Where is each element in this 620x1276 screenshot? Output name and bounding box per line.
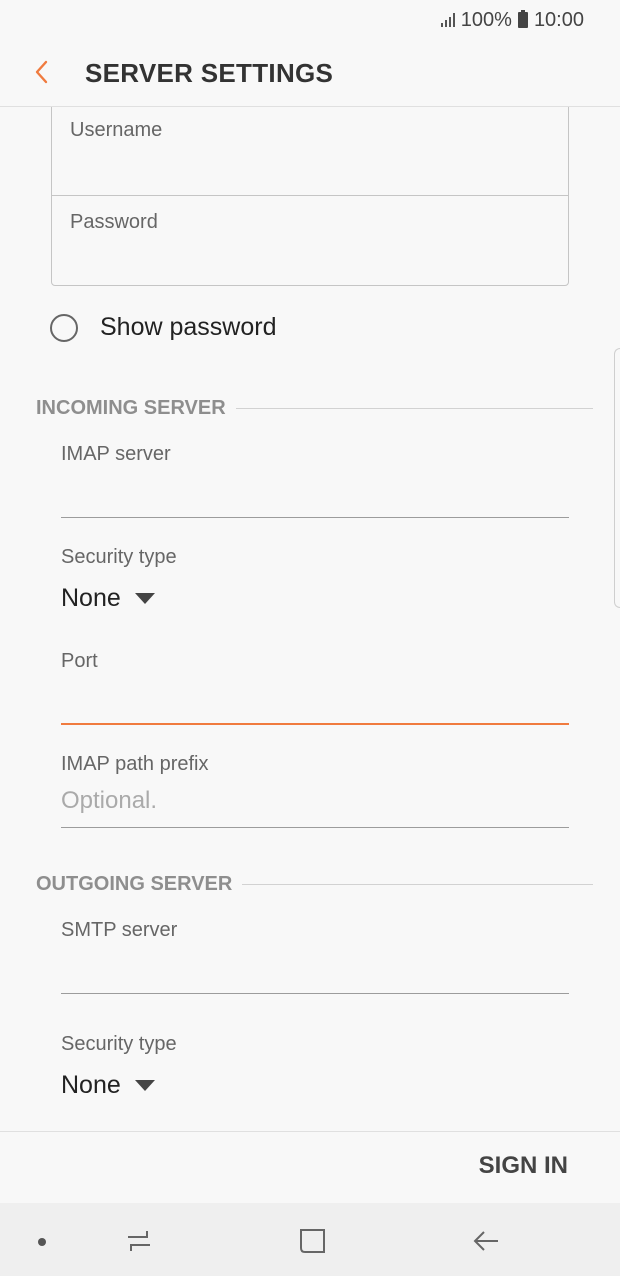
page-title: SERVER SETTINGS — [85, 58, 334, 88]
back-arrow-icon — [473, 1231, 498, 1251]
imap-server-label: IMAP server — [61, 443, 171, 465]
port-input[interactable] — [61, 685, 569, 721]
username-label: Username — [70, 119, 163, 141]
smtp-server-label: SMTP server — [61, 919, 178, 941]
sign-in-button[interactable]: SIGN IN — [479, 1152, 568, 1180]
port-underline — [61, 723, 569, 725]
imap-path-prefix-input[interactable] — [61, 783, 569, 819]
imap-server-underline — [61, 517, 569, 518]
battery-icon — [517, 10, 528, 28]
radio-button[interactable] — [50, 313, 78, 342]
port-label: Port — [61, 650, 98, 672]
recent-apps-icon — [128, 1231, 150, 1251]
scrollbar[interactable] — [614, 348, 620, 608]
outgoing-security-type-value: None — [61, 1071, 121, 1099]
app-bar: SERVER SETTINGS — [0, 40, 620, 107]
battery-percent: 100% — [460, 8, 512, 31]
username-field[interactable]: Username — [51, 107, 569, 196]
home-button[interactable] — [295, 1223, 331, 1259]
imap-server-input[interactable] — [61, 477, 569, 513]
outgoing-server-header: OUTGOING SERVER — [36, 873, 593, 896]
navigation-bar — [0, 1203, 620, 1276]
show-password-label: Show password — [100, 313, 277, 341]
password-field[interactable]: Password — [51, 195, 569, 286]
clock: 10:00 — [533, 8, 584, 31]
divider — [235, 408, 593, 409]
settings-form: Username Password Show password INCOMING… — [0, 107, 620, 1131]
smtp-server-input[interactable] — [61, 953, 569, 989]
smtp-server-underline — [61, 993, 569, 994]
imap-path-prefix-underline — [61, 827, 569, 828]
outgoing-server-title: OUTGOING SERVER — [36, 873, 233, 895]
home-icon — [300, 1229, 325, 1253]
chevron-left-icon — [35, 60, 48, 84]
outgoing-security-type-label: Security type — [61, 1033, 177, 1055]
status-bar: 100% 10:00 — [0, 0, 620, 40]
outgoing-security-type-dropdown[interactable]: None — [61, 1071, 155, 1100]
footer: SIGN IN — [0, 1131, 620, 1203]
signal-icon — [440, 13, 455, 27]
incoming-security-type-label: Security type — [61, 546, 177, 568]
dropdown-arrow-icon — [134, 1080, 155, 1091]
incoming-security-type-dropdown[interactable]: None — [61, 584, 155, 613]
divider — [242, 884, 593, 885]
imap-path-prefix-label: IMAP path prefix — [61, 753, 209, 775]
show-password-toggle[interactable]: Show password — [50, 313, 276, 342]
back-nav-button[interactable] — [468, 1223, 504, 1259]
dot-icon — [24, 1223, 60, 1259]
dropdown-arrow-icon — [134, 593, 155, 604]
incoming-server-header: INCOMING SERVER — [36, 397, 593, 420]
password-label: Password — [70, 211, 158, 233]
recent-apps-button[interactable] — [121, 1223, 157, 1259]
back-button[interactable] — [26, 54, 62, 90]
incoming-security-type-value: None — [61, 584, 121, 612]
incoming-server-title: INCOMING SERVER — [36, 397, 226, 419]
